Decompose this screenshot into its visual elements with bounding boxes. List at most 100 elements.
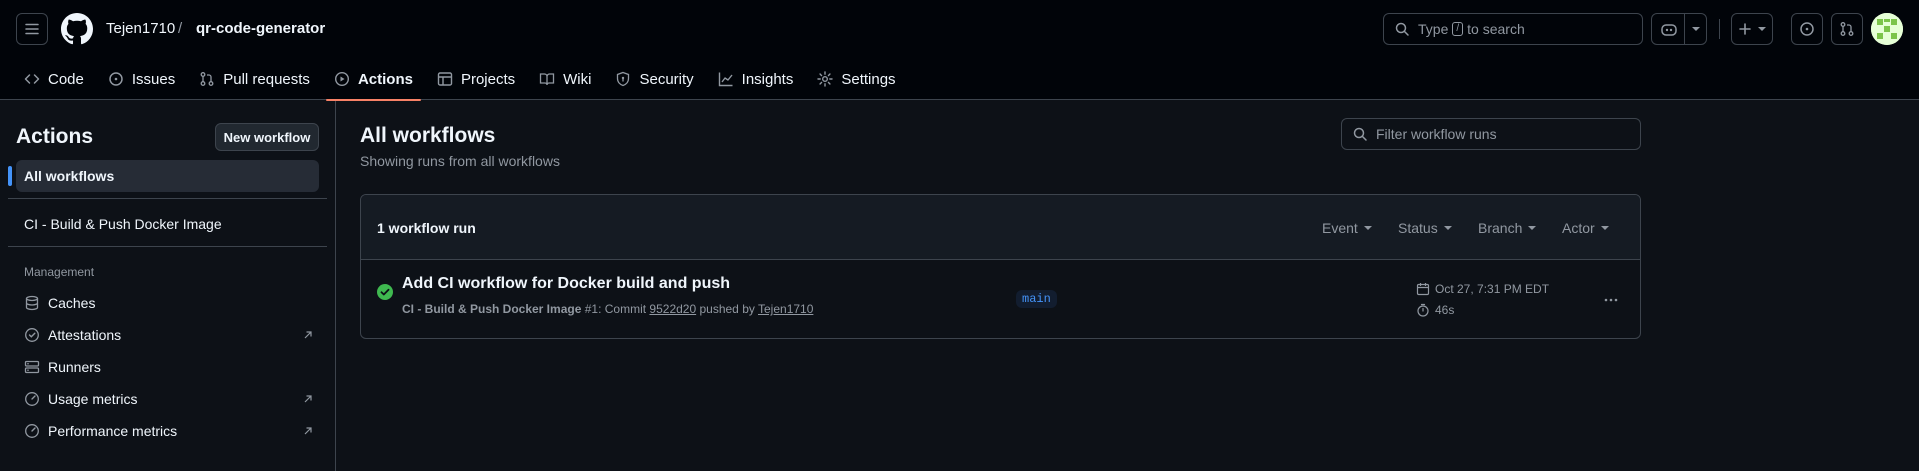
- sidebar-item-runners[interactable]: Runners: [24, 355, 314, 379]
- filter-workflow-runs-input[interactable]: Filter workflow runs: [1341, 118, 1641, 150]
- chevron-down-icon: [1528, 226, 1537, 230]
- run-meta: CI - Build & Push Docker Image #1: Commi…: [402, 302, 813, 316]
- tab-label: Wiki: [563, 70, 592, 88]
- tab-label: Actions: [357, 70, 413, 88]
- sidebar-item-label: Attestations: [48, 327, 122, 343]
- graph-icon: [718, 71, 734, 87]
- chevron-down-icon: [1363, 226, 1372, 230]
- breadcrumb-owner[interactable]: Tejen1710: [106, 19, 175, 39]
- external-link-icon: [302, 329, 314, 341]
- breadcrumb-repo[interactable]: qr-code-generator: [196, 19, 325, 39]
- sidebar-item-usage-metrics[interactable]: Usage metrics: [24, 387, 314, 411]
- event-filter-dropdown[interactable]: Event: [1322, 220, 1372, 236]
- run-options-button[interactable]: [1595, 284, 1627, 316]
- tab-issues[interactable]: Issues: [100, 58, 183, 100]
- plus-icon: [1738, 22, 1752, 36]
- run-title-link[interactable]: Add CI workflow for Docker build and pus…: [402, 275, 730, 293]
- stopwatch-icon: [1416, 303, 1430, 317]
- branch-filter-dropdown[interactable]: Branch: [1478, 220, 1537, 236]
- run-date: Oct 27, 7:31 PM EDT: [1416, 282, 1549, 296]
- sidebar-item-performance-metrics[interactable]: Performance metrics: [24, 419, 314, 443]
- tab-label: Insights: [741, 70, 794, 88]
- check-circle-icon: [377, 284, 393, 300]
- pull-requests-button[interactable]: [1831, 13, 1863, 45]
- sidebar-divider: [8, 246, 327, 247]
- run-count: 1 workflow run: [377, 220, 476, 236]
- copilot-icon: [1660, 21, 1678, 37]
- dropdown-label: Actor: [1562, 220, 1595, 236]
- tab-label: Issues: [131, 70, 176, 88]
- run-duration: 46s: [1416, 303, 1454, 317]
- avatar[interactable]: [1871, 13, 1903, 45]
- workflow-runs-header: 1 workflow run Event Status Branch Actor: [361, 195, 1640, 260]
- pull-request-icon: [1839, 21, 1855, 37]
- new-workflow-button[interactable]: New workflow: [215, 123, 319, 151]
- search-suffix-text: to search: [1467, 21, 1525, 37]
- search-prefix-text: Type: [1418, 21, 1449, 37]
- repo-header: Tejen1710 / qr-code-generator Type / to …: [0, 0, 1919, 101]
- meter-icon: [24, 391, 40, 407]
- repo-tabs: Code Issues Pull requests Actions Projec…: [16, 58, 912, 101]
- tab-insights[interactable]: Insights: [710, 58, 802, 100]
- pull-request-icon: [199, 71, 215, 87]
- actor-link[interactable]: Tejen1710: [758, 302, 813, 316]
- sidebar-item-caches[interactable]: Caches: [24, 291, 314, 315]
- breadcrumb-separator: /: [178, 20, 183, 37]
- shield-icon: [615, 71, 631, 87]
- issues-button[interactable]: [1791, 13, 1823, 45]
- sidebar-divider: [8, 198, 327, 199]
- run-workflow-name: CI - Build & Push Docker Image: [402, 302, 582, 316]
- search-icon: [1352, 126, 1368, 142]
- sidebar-item-label: Caches: [48, 295, 96, 311]
- menu-button[interactable]: [16, 13, 48, 45]
- copilot-button[interactable]: [1651, 13, 1707, 45]
- dropdown-label: Branch: [1478, 220, 1523, 236]
- tab-label: Pull requests: [223, 70, 310, 88]
- tab-label: Projects: [460, 70, 516, 88]
- run-number: #1: [584, 302, 599, 316]
- play-icon: [334, 71, 350, 87]
- dropdown-label: Event: [1322, 220, 1358, 236]
- table-icon: [437, 71, 453, 87]
- pushed-by-text: pushed by: [699, 302, 755, 316]
- code-icon: [24, 71, 40, 87]
- filter-placeholder: Filter workflow runs: [1376, 126, 1497, 142]
- database-icon: [24, 295, 40, 311]
- github-logo-icon[interactable]: [61, 13, 93, 45]
- sidebar-item-attestations[interactable]: Attestations: [24, 323, 314, 347]
- chevron-down-icon: [1758, 27, 1766, 31]
- global-search-input[interactable]: Type / to search: [1383, 13, 1643, 45]
- tab-projects[interactable]: Projects: [429, 58, 523, 100]
- commit-prefix: : Commit: [598, 302, 647, 316]
- search-shortcut-key: /: [1452, 22, 1464, 36]
- book-icon: [539, 71, 555, 87]
- sidebar-title: Actions: [16, 125, 94, 148]
- sidebar-item-all-workflows[interactable]: All workflows: [8, 160, 319, 192]
- tab-label: Security: [639, 70, 694, 88]
- header-divider: [1719, 19, 1720, 39]
- tab-pull-requests[interactable]: Pull requests: [191, 58, 318, 100]
- sidebar-item-workflow[interactable]: CI - Build & Push Docker Image: [24, 216, 222, 232]
- workflow-runs-box: 1 workflow run Event Status Branch Actor…: [360, 194, 1641, 339]
- verified-icon: [24, 327, 40, 343]
- run-duration-text: 46s: [1435, 303, 1455, 317]
- tab-security[interactable]: Security: [607, 58, 701, 100]
- sidebar-item-label: Runners: [48, 359, 101, 375]
- header-top-bar: Tejen1710 / qr-code-generator Type / to …: [0, 0, 1919, 58]
- actor-filter-dropdown[interactable]: Actor: [1562, 220, 1609, 236]
- tab-actions[interactable]: Actions: [325, 58, 421, 101]
- branch-badge[interactable]: main: [1016, 290, 1057, 308]
- workflow-run-row[interactable]: Add CI workflow for Docker build and pus…: [361, 260, 1640, 338]
- server-icon: [24, 359, 40, 375]
- issue-icon: [1799, 21, 1815, 37]
- tab-code[interactable]: Code: [16, 58, 92, 100]
- calendar-icon: [1416, 282, 1430, 296]
- tab-wiki[interactable]: Wiki: [531, 58, 599, 100]
- tab-label: Code: [48, 70, 84, 88]
- status-filter-dropdown[interactable]: Status: [1398, 220, 1452, 236]
- dropdown-label: Status: [1398, 220, 1438, 236]
- gear-icon: [817, 71, 834, 87]
- create-new-button[interactable]: [1731, 13, 1773, 45]
- commit-link[interactable]: 9522d20: [649, 302, 696, 316]
- tab-settings[interactable]: Settings: [809, 58, 903, 100]
